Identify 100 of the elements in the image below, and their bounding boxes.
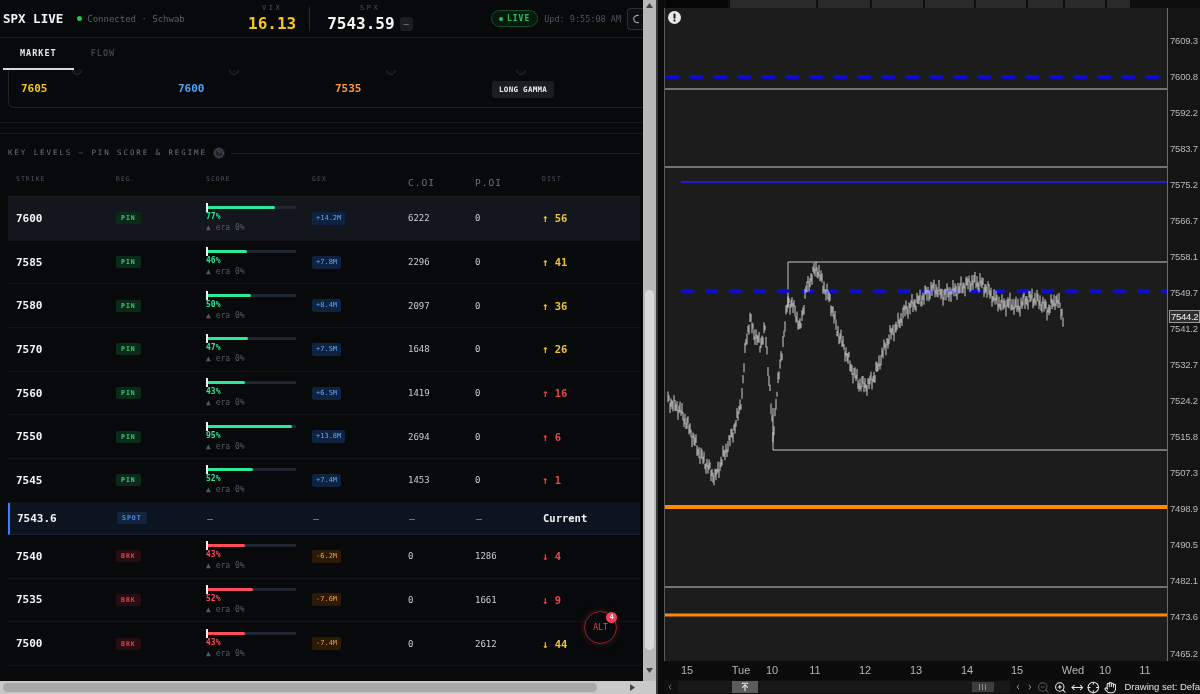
chevron-right-icon[interactable]	[1025, 683, 1034, 691]
distance-cell: ↑ 56	[542, 212, 568, 225]
score-percent: 47%	[206, 343, 221, 354]
distance-cell: ↓ 44	[542, 637, 568, 650]
current-price-label: 7544.2	[1169, 310, 1200, 323]
connection-status: Connected · Schwab	[87, 13, 185, 24]
scroll-thumb[interactable]	[645, 290, 654, 650]
dot-icon	[498, 16, 503, 21]
strike-cell: 7570	[16, 342, 43, 356]
strike-cell: 7580	[16, 299, 43, 313]
header-button[interactable]	[627, 7, 643, 30]
score-note: ▲ era 0%	[206, 603, 245, 615]
time-label: 11	[809, 663, 821, 677]
drawing-set-label[interactable]: Drawing set: Defa	[1124, 681, 1200, 693]
time-label: Tue	[731, 663, 751, 677]
score-percent: 52%	[206, 593, 221, 604]
strike-cell: 7600	[16, 211, 43, 225]
score-cell: —	[207, 512, 214, 524]
hand-icon[interactable]	[1103, 680, 1117, 694]
call-oi-cell: 0	[408, 638, 414, 649]
distance-cell: ↑ 1	[542, 474, 561, 487]
call-oi-cell: 1453	[408, 475, 430, 486]
arrow-right-icon[interactable]	[630, 684, 635, 691]
time-label: 14	[960, 663, 974, 677]
distance-cell: ↓ 4	[542, 550, 561, 563]
horizontal-scrollbar[interactable]	[0, 681, 643, 694]
time-label: 15	[1010, 663, 1024, 677]
time-label: 15	[680, 663, 694, 677]
price-label: 7532.7	[1170, 359, 1198, 370]
score-note: ▲ era 0%	[206, 353, 245, 365]
price-label: 7575.2	[1170, 178, 1198, 190]
time-label: 10	[1098, 663, 1112, 677]
score-note: ▲ era 0%	[206, 560, 245, 572]
column-header: C.OI	[408, 176, 435, 188]
collapse-button[interactable]	[731, 681, 758, 693]
time-label: 13	[909, 663, 923, 677]
alert-icon[interactable]	[668, 11, 681, 24]
price-label: 7524.2	[1170, 395, 1198, 407]
scroll-thumb[interactable]	[971, 682, 994, 692]
tab[interactable]: MARKET	[3, 38, 74, 70]
strike-cell: 7560	[16, 386, 43, 400]
score-percent: 50%	[206, 299, 221, 310]
distance-cell: ↑ 16	[542, 387, 568, 400]
zoom-in-icon[interactable]	[1053, 680, 1067, 694]
grip-icon	[979, 684, 987, 690]
score-percent: 43%	[206, 550, 221, 561]
live-indicator: LIVE	[490, 10, 539, 27]
call-oi-cell: 2694	[408, 431, 430, 442]
call-oi-cell: —	[409, 512, 416, 524]
gex-cell: —	[313, 512, 320, 524]
arrow-down-icon[interactable]	[646, 668, 653, 673]
put-oi-cell: —	[476, 512, 483, 524]
price-label: 7515.8	[1170, 431, 1198, 443]
put-oi-cell: 1286	[475, 551, 497, 562]
call-oi-cell: 2097	[408, 300, 430, 311]
distance-cell: ↑ 6	[542, 430, 561, 443]
score-percent: 43%	[206, 637, 221, 648]
price-label: 7609.3	[1170, 34, 1198, 46]
price-label: 7507.3	[1170, 467, 1198, 479]
price-label: 7490.5	[1170, 539, 1198, 551]
arc-icon	[632, 13, 640, 24]
score-note: ▲ era 0%	[206, 222, 245, 234]
quote-value: 16.13	[248, 15, 297, 33]
scroll-thumb[interactable]	[3, 683, 597, 692]
strike-cell: 7543.6	[17, 511, 57, 525]
price-label: 7549.7	[1170, 286, 1198, 298]
score-percent: 52%	[206, 474, 221, 485]
scrollbar-corner	[643, 681, 656, 694]
price-label: 7541.2	[1170, 322, 1198, 334]
call-oi-cell: 1419	[408, 388, 430, 399]
strike-cell: 7500	[16, 637, 43, 651]
level-value: 7600	[178, 82, 205, 96]
price-label: 7566.7	[1170, 214, 1198, 226]
distance-cell: ↓ 9	[542, 593, 561, 606]
price-label: 7465.2	[1170, 647, 1198, 659]
price-label: 7583.7	[1170, 142, 1198, 154]
distance-cell: ↑ 26	[542, 343, 568, 356]
price-label: 7600.8	[1170, 70, 1198, 82]
score-note: ▲ era 0%	[206, 647, 245, 659]
time-label: Wed	[1061, 663, 1085, 677]
distance-cell: ↑ 36	[542, 299, 568, 312]
chevron-left-icon[interactable]	[1013, 683, 1022, 691]
level-value: 7535	[335, 82, 362, 96]
strike-cell: 7585	[16, 255, 43, 269]
arrow-up-icon[interactable]	[646, 3, 653, 8]
call-oi-cell: 2296	[408, 257, 430, 268]
put-oi-cell: 0	[475, 388, 481, 399]
put-oi-cell: 0	[475, 300, 481, 311]
app-title: SPX LIVE	[3, 10, 64, 27]
score-percent: 95%	[206, 430, 221, 441]
crosshair-icon[interactable]	[1087, 680, 1100, 694]
level-value: 7605	[21, 82, 48, 96]
score-note: ▲ era 0%	[206, 397, 245, 409]
put-oi-cell: 1661	[475, 594, 497, 605]
strike-cell: 7550	[16, 430, 43, 444]
call-oi-cell: 0	[408, 551, 414, 562]
put-oi-cell: 0	[475, 475, 481, 486]
arrow-left-icon[interactable]	[666, 683, 674, 691]
vertical-scrollbar[interactable]	[643, 0, 656, 681]
call-oi-cell: 0	[408, 594, 414, 605]
